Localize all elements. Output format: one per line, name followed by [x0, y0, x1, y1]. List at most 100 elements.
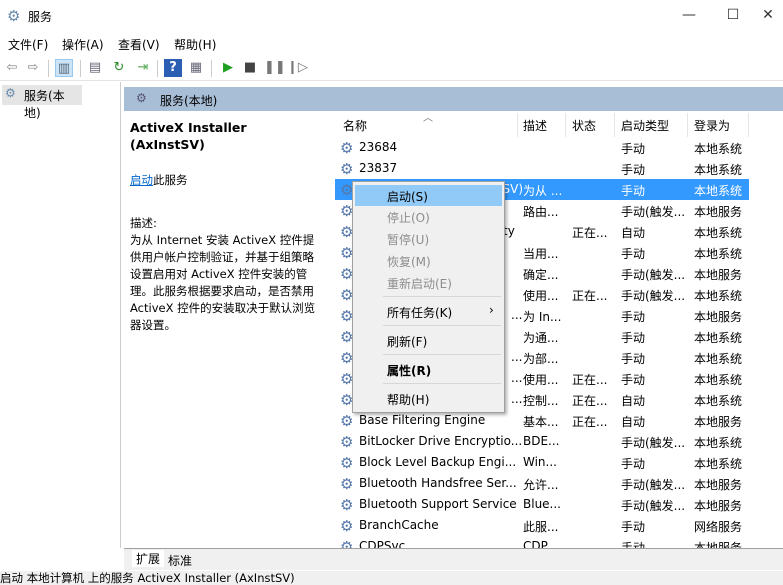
cell-logon: 本地服务: [694, 541, 743, 548]
pane-header-title: 服务(本地): [160, 94, 218, 108]
cell-description: 确定...: [523, 268, 559, 282]
menu-item-help[interactable]: 帮助(H): [355, 388, 502, 409]
cell-startup-type: 手动: [621, 163, 646, 177]
toolbar: ⇦ ⇨ ▥ ▤ ↻ ⇥ ? ▦ ▶ ■ ❚❚ ❙▷: [0, 55, 783, 81]
table-row[interactable]: ⚙ BranchCache 此服... 手动 网络服务: [335, 515, 749, 536]
column-startup-type[interactable]: 启动类型: [621, 117, 669, 134]
column-status[interactable]: 状态: [572, 117, 596, 134]
service-gear-icon: ⚙: [340, 538, 354, 548]
resume-icon[interactable]: ❙▷: [287, 59, 308, 77]
cell-startup-type: 手动(触发...: [621, 268, 686, 282]
export-icon[interactable]: ⇥: [134, 59, 152, 77]
menu-item-pause[interactable]: 暂停(U): [355, 228, 502, 249]
start-link-suffix: 此服务: [153, 173, 188, 187]
menu-item-stop[interactable]: 停止(O): [355, 206, 502, 227]
service-gear-icon: ⚙: [340, 139, 354, 157]
gear-icon: ⚙: [5, 86, 16, 100]
start-icon[interactable]: ▶: [219, 59, 237, 77]
cell-description: 控制...: [523, 394, 559, 408]
menu-action[interactable]: 操作(A): [62, 36, 104, 53]
tab-extended[interactable]: 扩展: [132, 550, 165, 567]
menu-item-refresh[interactable]: 刷新(F): [355, 330, 502, 351]
start-service-link[interactable]: 启动: [130, 173, 153, 187]
table-row[interactable]: ⚙ Bluetooth Support Service Blue... 手动(触发..…: [335, 494, 749, 515]
cell-name: ...: [511, 308, 523, 322]
cell-logon: 本地系统: [694, 226, 743, 240]
menu-item-resume[interactable]: 恢复(M): [355, 250, 502, 271]
pause-icon[interactable]: ❚❚: [264, 59, 286, 77]
minimize-button[interactable]: —: [674, 4, 704, 26]
refresh-icon[interactable]: ↻: [110, 59, 128, 77]
cell-description: 当用...: [523, 247, 559, 261]
cell-name: BitLocker Drive Encryptio...: [359, 434, 523, 448]
cell-logon: 本地系统: [694, 142, 743, 156]
stop-icon[interactable]: ■: [241, 59, 259, 77]
cell-description: 为 In...: [523, 310, 562, 324]
service-gear-icon: ⚙: [340, 517, 354, 535]
cell-status: 正在...: [572, 226, 608, 240]
cell-description: Win...: [523, 455, 557, 469]
cell-startup-type: 手动: [621, 457, 646, 471]
menu-file[interactable]: 文件(F): [8, 36, 48, 53]
cell-status: 正在...: [572, 289, 608, 303]
menu-item-restart[interactable]: 重新启动(E): [355, 272, 502, 293]
close-button[interactable]: ✕: [753, 4, 783, 26]
cell-description: BDE...: [523, 434, 560, 448]
table-row[interactable]: ⚙ Block Level Backup Engi... Win... 手动 本地系统: [335, 452, 749, 473]
back-icon[interactable]: ⇦: [3, 59, 21, 77]
menu-view[interactable]: 查看(V): [118, 36, 160, 53]
cell-logon: 本地系统: [694, 247, 743, 261]
column-description[interactable]: 描述: [523, 117, 547, 134]
cell-name: 23684: [359, 140, 398, 154]
menu-help[interactable]: 帮助(H): [174, 36, 216, 53]
cell-name: ...: [511, 392, 523, 406]
show-hide-tree-icon[interactable]: ▥: [55, 59, 73, 77]
console-icon[interactable]: ▦: [187, 59, 205, 77]
properties-icon[interactable]: ▤: [86, 59, 104, 77]
cell-startup-type: 手动(触发...: [621, 205, 686, 219]
table-row[interactable]: ⚙ CDPSvc CDP... 手动 本地服务: [335, 536, 749, 548]
cell-logon: 本地系统: [694, 163, 743, 177]
forward-icon[interactable]: ⇨: [24, 59, 42, 77]
cell-description: 基本...: [523, 415, 559, 429]
column-name[interactable]: 名称: [343, 117, 367, 134]
column-logon[interactable]: 登录为: [694, 117, 730, 134]
services-gear-icon: ⚙: [7, 7, 21, 25]
table-row[interactable]: ⚙ Base Filtering Engine 基本... 正在... 自动 本地服务: [335, 410, 749, 431]
cell-name: CDPSvc: [359, 539, 406, 548]
cell-description: 使用...: [523, 289, 559, 303]
menu-bar: 文件(F) 操作(A) 查看(V) 帮助(H): [0, 32, 783, 54]
table-row[interactable]: ⚙ Bluetooth Handsfree Ser... 允许... 手动(触发...…: [335, 473, 749, 494]
service-title: ActiveX Installer (AxInstSV): [130, 120, 247, 152]
table-row[interactable]: ⚙ BitLocker Drive Encryptio... BDE... 手动(触发…: [335, 431, 749, 452]
cell-startup-type: 自动: [621, 415, 646, 429]
gear-icon: ⚙: [136, 91, 147, 105]
status-bar: 启动 本地计算机 上的服务 ActiveX Installer (AxInstS…: [0, 571, 783, 585]
cell-logon: 本地服务: [694, 310, 743, 324]
sort-ascending-icon: ︿: [423, 113, 433, 124]
tree-item-services-local[interactable]: ⚙ 服务(本地): [2, 85, 82, 120]
menu-item-all-tasks[interactable]: 所有任务(K) ›: [355, 301, 502, 322]
view-tabs: 扩展 标准: [124, 548, 783, 570]
cell-name: Block Level Backup Engi...: [359, 455, 517, 469]
help-icon[interactable]: ?: [164, 59, 182, 77]
service-gear-icon: ⚙: [340, 475, 354, 493]
maximize-button[interactable]: ☐: [718, 4, 748, 26]
cell-status: 正在...: [572, 373, 608, 387]
tab-standard[interactable]: 标准: [168, 552, 192, 569]
cell-name: 23837: [359, 161, 398, 175]
cell-startup-type: 手动(触发...: [621, 289, 686, 303]
cell-description: 为从 ...: [523, 184, 563, 198]
cell-logon: 本地服务: [694, 205, 743, 219]
cell-logon: 本地系统: [694, 457, 743, 471]
cell-startup-type: 手动: [621, 373, 646, 387]
cell-description: Blue...: [523, 497, 561, 511]
pane-header: ⚙ 服务(本地): [124, 87, 783, 111]
title-bar: ⚙ 服务 — ☐ ✕: [0, 0, 783, 32]
table-row[interactable]: ⚙ 23684 手动 本地系统: [335, 137, 749, 158]
table-row[interactable]: ⚙ 23837 手动 本地系统: [335, 158, 749, 179]
service-gear-icon: ⚙: [340, 433, 354, 451]
menu-item-start[interactable]: 启动(S): [355, 185, 502, 206]
menu-item-properties[interactable]: 属性(R): [355, 359, 502, 380]
cell-logon: 本地系统: [694, 436, 743, 450]
